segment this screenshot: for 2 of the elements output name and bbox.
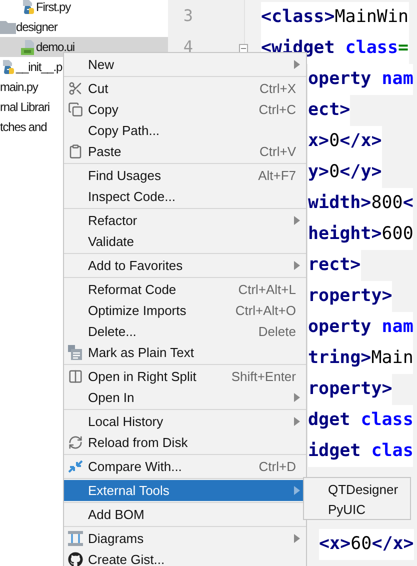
line-number: 4	[182, 36, 193, 58]
line-number: 3	[182, 5, 193, 27]
